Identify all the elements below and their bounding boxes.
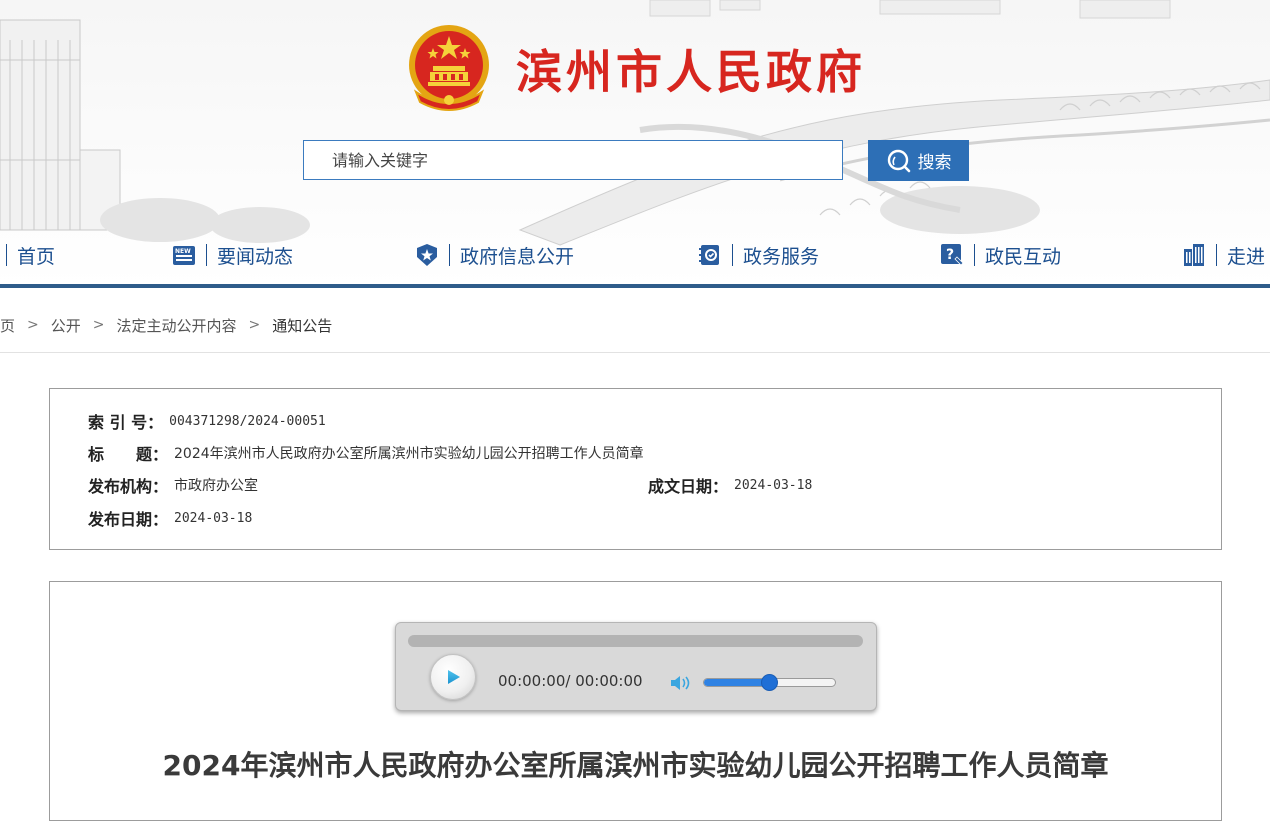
- breadcrumb-open[interactable]: 公开: [51, 315, 81, 336]
- nav-item-home[interactable]: 首页: [0, 235, 55, 275]
- play-button[interactable]: [430, 654, 476, 700]
- nav-separator: [449, 244, 450, 266]
- site-title[interactable]: 滨州市人民政府: [516, 36, 866, 102]
- meta-created-row: 成文日期： 2024-03-18: [648, 472, 812, 498]
- search-input[interactable]: [304, 141, 842, 179]
- badge-icon: [417, 244, 437, 266]
- article-container: 00:00:00/ 00:00:00 2024年滨州市人民政府办公室所属滨州市实…: [49, 581, 1222, 821]
- meta-index-label: 索 引 号：: [88, 413, 164, 432]
- volume-slider[interactable]: [703, 674, 836, 691]
- search-button[interactable]: 搜索: [868, 140, 969, 181]
- breadcrumb: 页 > 公开 > 法定主动公开内容 > 通知公告: [0, 312, 332, 338]
- breadcrumb-separator: >: [92, 317, 105, 333]
- nav-separator: [732, 244, 733, 266]
- main-nav: 首页 NEW 要闻动态 政府信息公开 政务服务 ? 政民互动 走进: [0, 235, 1270, 275]
- building-icon: [1184, 244, 1204, 266]
- meta-publisher-label: 发布机构：: [88, 477, 169, 496]
- play-icon: [448, 670, 460, 684]
- breadcrumb-home[interactable]: 页: [0, 315, 15, 336]
- search-box: [303, 140, 843, 180]
- service-icon: [699, 245, 719, 265]
- audio-player: 00:00:00/ 00:00:00: [395, 622, 877, 711]
- national-emblem-icon: [409, 25, 489, 111]
- meta-index-value: 004371298/2024-00051: [169, 413, 326, 429]
- nav-item-news[interactable]: NEW 要闻动态: [172, 235, 293, 275]
- meta-published-label: 发布日期：: [88, 510, 169, 529]
- meta-publisher-value: 市政府办公室: [174, 478, 259, 494]
- nav-divider: [0, 284, 1270, 288]
- breadcrumb-statutory[interactable]: 法定主动公开内容: [117, 315, 237, 336]
- nav-item-services[interactable]: 政务服务: [698, 235, 819, 275]
- article-title: 2024年滨州市人民政府办公室所属滨州市实验幼儿园公开招聘工作人员简章: [162, 749, 1109, 782]
- nav-item-label: 政府信息公开: [460, 245, 575, 268]
- nav-item-label: 政务服务: [743, 245, 820, 268]
- meta-publisher-row: 发布机构： 市政府办公室: [88, 472, 258, 498]
- nav-item-label: 走进: [1227, 245, 1266, 268]
- breadcrumb-separator: >: [248, 317, 261, 333]
- meta-title-value: 2024年滨州市人民政府办公室所属滨州市实验幼儿园公开招聘工作人员简章: [174, 446, 644, 462]
- nav-item-label: 要闻动态: [217, 245, 294, 268]
- meta-created-value: 2024-03-18: [734, 477, 813, 493]
- breadcrumb-separator: >: [27, 317, 39, 333]
- meta-title-label: 标 题：: [88, 445, 169, 464]
- breadcrumb-divider: [0, 352, 1270, 353]
- meta-published-value: 2024-03-18: [174, 510, 253, 526]
- nav-separator: [206, 244, 207, 266]
- volume-icon[interactable]: [669, 673, 691, 693]
- meta-index-row: 索 引 号： 004371298/2024-00051: [88, 408, 326, 434]
- nav-item-interaction[interactable]: ? 政民互动: [940, 235, 1061, 275]
- site-header: 滨州市人民政府 搜索 首页 NEW 要闻动态: [0, 0, 1270, 288]
- search-icon: [887, 149, 910, 172]
- news-icon: NEW: [173, 246, 195, 265]
- volume-slider-handle[interactable]: [761, 674, 778, 691]
- nav-item-label: 政民互动: [985, 245, 1062, 268]
- document-meta: 索 引 号： 004371298/2024-00051 标 题： 2024年滨州…: [49, 388, 1222, 550]
- meta-created-label: 成文日期：: [648, 477, 729, 496]
- nav-separator: [974, 244, 975, 266]
- nav-item-about[interactable]: 走进: [1182, 235, 1265, 275]
- nav-separator: [6, 244, 7, 266]
- audio-time-display: 00:00:00/ 00:00:00: [498, 672, 643, 690]
- meta-published-row: 发布日期： 2024-03-18: [88, 505, 252, 531]
- svg-text:NEW: NEW: [175, 248, 191, 255]
- volume-slider-fill: [704, 679, 770, 686]
- search-button-label: 搜索: [917, 153, 952, 173]
- interaction-icon: ?: [941, 244, 964, 266]
- audio-progress-bar[interactable]: [408, 635, 863, 647]
- nav-item-label: 首页: [17, 245, 56, 268]
- meta-title-row: 标 题： 2024年滨州市人民政府办公室所属滨州市实验幼儿园公开招聘工作人员简章: [88, 440, 644, 466]
- breadcrumb-current[interactable]: 通知公告: [272, 315, 332, 336]
- svg-text:?: ?: [946, 247, 954, 263]
- nav-item-gov-info[interactable]: 政府信息公开: [415, 235, 574, 275]
- nav-separator: [1216, 244, 1217, 266]
